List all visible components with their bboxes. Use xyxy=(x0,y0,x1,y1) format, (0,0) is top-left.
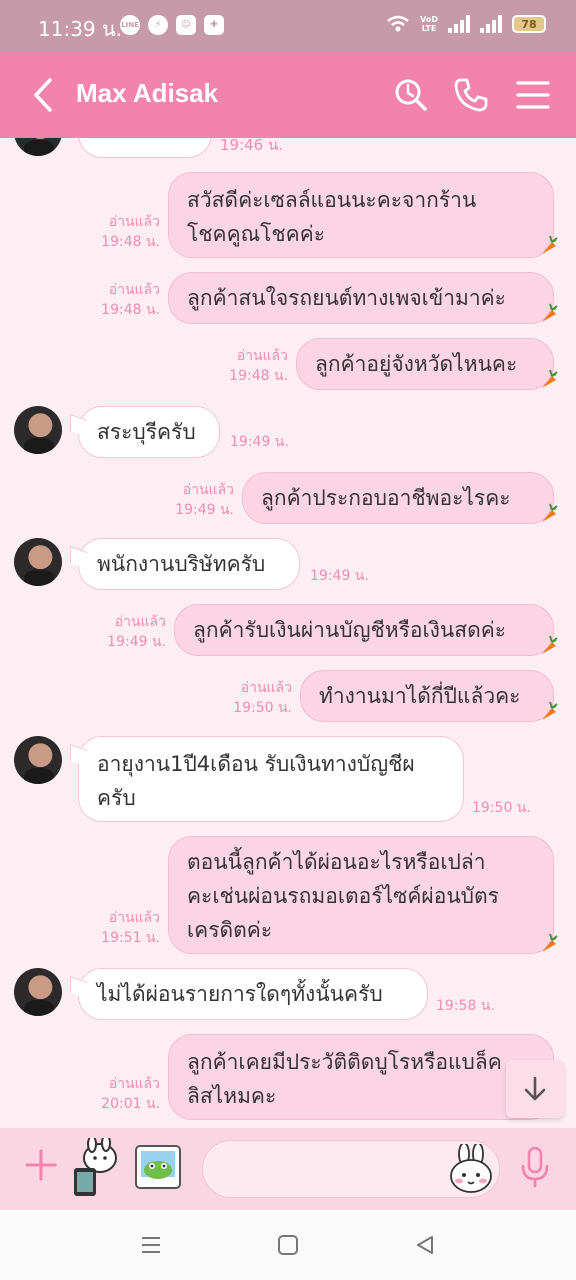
battery-icon: 78 xyxy=(512,15,546,33)
message-bubble-incoming[interactable]: อายุงาน1ปี4เดือน รับเงินทางบัญชีผ ครับ xyxy=(78,736,464,822)
status-bar: 11:39 น. LINE ⚡ ☺ ✚ VoD LTE 78 xyxy=(0,0,576,52)
carrot-icon xyxy=(542,701,558,720)
carrot-icon xyxy=(542,635,558,654)
carrot-icon xyxy=(542,235,558,254)
image-icon[interactable] xyxy=(134,1144,182,1190)
microphone-icon[interactable] xyxy=(520,1146,550,1188)
carrot-icon xyxy=(542,369,558,388)
system-navigation-bar xyxy=(0,1210,576,1280)
menu-icon[interactable] xyxy=(514,76,552,114)
message-read-status: อ่านแล้ว 19:48 น. xyxy=(101,214,160,250)
message-bubble-incoming[interactable]: สระบุรีครับ xyxy=(78,406,220,458)
message-read-status: อ่านแล้ว 19:51 น. xyxy=(101,910,160,946)
message-read-status: อ่านแล้ว 20:01 น. xyxy=(101,1076,160,1112)
avatar[interactable] xyxy=(14,736,62,784)
wifi-icon xyxy=(387,15,409,32)
carrot-icon xyxy=(542,933,558,952)
game-icon: ✚ xyxy=(204,15,224,35)
chat-message-list[interactable]: 19:46 น. อ่านแล้ว 19:48 น. สวัสดีค่ะเซลล์… xyxy=(0,138,576,1128)
message-time: 19:49 น. xyxy=(310,568,369,584)
carrot-icon xyxy=(542,503,558,522)
message-bubble-outgoing[interactable]: ลูกค้ารับเงินผ่านบัญชีหรือเงินสดค่ะ xyxy=(174,604,554,656)
recents-icon[interactable] xyxy=(140,1234,162,1256)
message-read-status: อ่านแล้ว 19:49 น. xyxy=(175,482,234,518)
signal-1-icon xyxy=(448,15,470,33)
message-time: 19:46 น. xyxy=(220,138,284,154)
message-bubble-outgoing[interactable]: ลูกค้าประกอบอาชีพอะไรคะ xyxy=(242,472,554,524)
message-read-status: อ่านแล้ว 19:48 น. xyxy=(229,348,288,384)
volte-indicator: VoD LTE xyxy=(420,15,438,33)
avatar[interactable] xyxy=(14,406,62,454)
message-bubble-incoming[interactable]: พนักงานบริษัทครับ xyxy=(78,538,300,590)
status-right: VoD LTE 78 xyxy=(386,14,546,34)
avatar[interactable] xyxy=(14,968,62,1016)
message-bubble-outgoing[interactable]: สวัสดีค่ะเซลล์แอนนะคะจากร้าน โชคคูณโชคค่… xyxy=(168,172,554,258)
message-read-status: อ่านแล้ว 19:49 น. xyxy=(107,614,166,650)
message-bubble-outgoing[interactable]: ตอนนี้ลูกค้าได้ผ่อนอะไรหรือเปล่า คะเช่นผ… xyxy=(168,836,554,954)
message-bubble-outgoing[interactable]: ลูกค้าสนใจรถยนต์ทางเพจเข้ามาค่ะ xyxy=(168,272,554,324)
scroll-to-bottom-button[interactable] xyxy=(506,1060,564,1118)
sticker-icon[interactable] xyxy=(70,1138,122,1198)
message-time: 19:50 น. xyxy=(472,800,531,816)
assistant-icon: ☺ xyxy=(176,15,196,35)
line-icon: LINE xyxy=(120,15,140,35)
emoji-bunny-icon[interactable] xyxy=(448,1144,494,1194)
search-icon[interactable] xyxy=(392,76,430,114)
signal-2-icon xyxy=(480,15,502,33)
status-time: 11:39 น. xyxy=(38,17,123,41)
message-bubble-incoming[interactable]: ไม่ได้ผ่อนรายการใดๆทั้งนั้นครับ xyxy=(78,968,428,1020)
messenger-icon: ⚡ xyxy=(148,15,168,35)
message-bubble-incoming[interactable] xyxy=(78,138,212,158)
plus-icon[interactable] xyxy=(24,1148,58,1182)
message-read-status: อ่านแล้ว 19:50 น. xyxy=(233,680,292,716)
avatar[interactable] xyxy=(14,138,62,156)
avatar[interactable] xyxy=(14,538,62,586)
message-bubble-outgoing[interactable]: ลูกค้าอยู่จังหวัดไหนคะ xyxy=(296,338,554,390)
chat-header: Max Adisak xyxy=(0,52,576,138)
phone-icon[interactable] xyxy=(452,76,490,114)
message-bubble-outgoing[interactable]: ทำงานมาได้กี่ปีแล้วคะ xyxy=(300,670,554,722)
message-input-bar xyxy=(0,1128,576,1210)
carrot-icon xyxy=(542,303,558,322)
message-time: 19:49 น. xyxy=(230,434,289,450)
message-read-status: อ่านแล้ว 19:48 น. xyxy=(101,282,160,318)
status-app-icons: LINE ⚡ ☺ ✚ xyxy=(120,15,224,35)
message-time: 19:58 น. xyxy=(436,998,495,1014)
arrow-down-icon xyxy=(524,1076,546,1101)
message-bubble-outgoing[interactable]: ลูกค้าเคยมีประวัติติดบูโรหรือแบล็ค ลิสไห… xyxy=(168,1034,554,1120)
back-icon[interactable] xyxy=(414,1234,436,1256)
contact-name[interactable]: Max Adisak xyxy=(76,78,218,109)
back-chevron-icon[interactable] xyxy=(28,76,58,114)
home-icon[interactable] xyxy=(277,1234,299,1256)
